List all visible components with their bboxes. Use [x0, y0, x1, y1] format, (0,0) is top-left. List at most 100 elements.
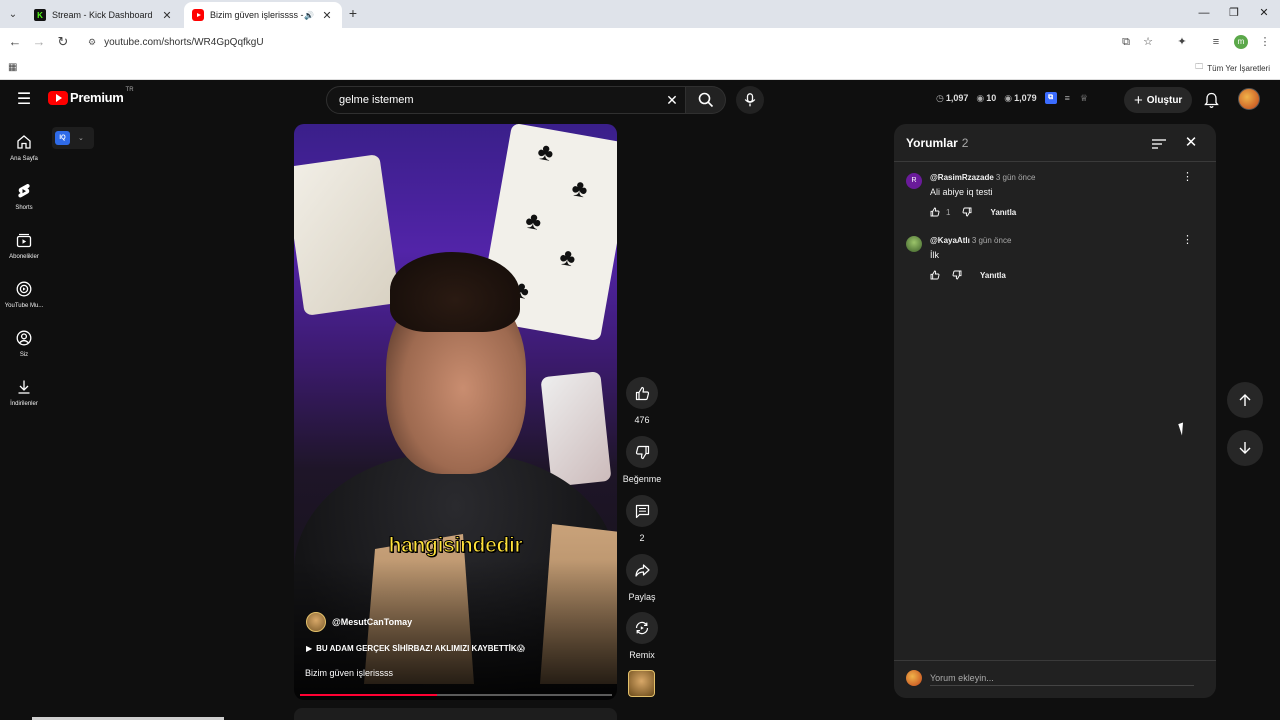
browser-tab-kick[interactable]: K Stream - Kick Dashboard ✕	[26, 2, 182, 28]
share-action: Paylaş	[622, 554, 662, 602]
browser-menu-icon[interactable]: ⋮	[1256, 33, 1274, 51]
more-options-icon[interactable]: ⋮	[1182, 172, 1193, 183]
comment-time[interactable]: 3 gün önce	[972, 236, 1012, 245]
voice-search-button[interactable]	[736, 86, 764, 114]
club-suit-icon: ♣	[569, 174, 590, 204]
progress-fill	[300, 694, 438, 696]
tab-title: Stream - Kick Dashboard	[52, 10, 153, 20]
thumbs-up-icon[interactable]	[930, 207, 940, 217]
channel-name[interactable]: @MesutCanTomay	[332, 617, 412, 627]
bookmark-star-icon[interactable]: ☆	[1139, 33, 1157, 51]
comments-button[interactable]	[626, 495, 658, 527]
menu-icon[interactable]: ☰	[14, 90, 34, 110]
browser-profile-avatar[interactable]: m	[1234, 35, 1248, 49]
music-link[interactable]: ▶ BU ADAM GERÇEK SİHİRBAZ! AKLIMIZI KAYB…	[306, 644, 525, 653]
extension-stats[interactable]: ◷ 1,097 ◉ 10 ◉ 1,079 ⧉ ≡ ♕	[936, 92, 1090, 104]
all-bookmarks-label: Tüm Yer İşaretleri	[1207, 63, 1270, 73]
stat-clock: ◷ 1,097	[936, 93, 968, 104]
comment-author[interactable]: @KayaAtlı	[930, 236, 970, 245]
thumbs-down-icon[interactable]	[962, 207, 972, 217]
sound-thumbnail[interactable]	[628, 670, 655, 697]
comment-author[interactable]: @RasimRzazade	[930, 173, 994, 182]
window-close-icon[interactable]: ✕	[1250, 4, 1278, 22]
url-field[interactable]: ⚙ youtube.com/shorts/WR4GpQqfkgU	[80, 31, 1170, 53]
channel-avatar[interactable]	[306, 612, 326, 632]
extensions-icon[interactable]: ✦	[1173, 33, 1191, 51]
comment-time[interactable]: 3 gün önce	[996, 173, 1036, 182]
sidebar-item-you[interactable]: Siz	[0, 324, 48, 368]
eye-icon: ◉	[976, 92, 985, 103]
iq-badge: IQ	[55, 131, 70, 145]
comment-input[interactable]	[930, 670, 1194, 686]
profile-icon	[16, 330, 32, 346]
site-info-icon[interactable]: ⚙	[88, 37, 96, 48]
channel-link[interactable]: @MesutCanTomay	[306, 612, 412, 632]
more-options-icon[interactable]: ⋮	[1182, 235, 1193, 246]
account-avatar[interactable]	[1238, 88, 1260, 110]
share-button[interactable]	[626, 554, 658, 586]
browser-tab-youtube[interactable]: Bizim güven işlerissss - You 🔊 ✕	[184, 2, 342, 28]
youtube-premium-logo[interactable]: Premium TR	[48, 87, 134, 105]
dislike-button[interactable]	[626, 436, 658, 468]
previous-short-button[interactable]	[1227, 382, 1263, 418]
search-input[interactable]	[339, 94, 659, 106]
sort-button[interactable]	[1150, 135, 1168, 153]
tab-close-icon[interactable]: ✕	[160, 9, 174, 22]
restore-icon[interactable]: ❐	[1220, 4, 1248, 22]
search-button[interactable]	[686, 86, 726, 114]
logo-text: Premium	[70, 90, 124, 105]
create-button[interactable]: + Oluştur	[1124, 87, 1193, 113]
next-short-button[interactable]	[1227, 430, 1263, 466]
shorts-icon	[18, 183, 30, 198]
shorts-video-player[interactable]: ♣ ♣ ♣ ♣ ♣ hangisindedir @MesutCanTomay ▶…	[294, 124, 617, 700]
speaker-icon[interactable]: 🔊	[304, 11, 314, 20]
reply-button[interactable]: Yanıtla	[990, 208, 1016, 217]
video-progress-bar[interactable]	[300, 694, 612, 696]
youtube-header: ☰ Premium TR ✕ ◷1,097 ◉10 ◉1,079 ⧉ ≡ ♕ +…	[0, 80, 1280, 120]
reload-icon[interactable]: ↻	[54, 33, 72, 51]
thumbs-up-icon	[635, 386, 649, 400]
minimize-icon[interactable]: —	[1190, 4, 1218, 22]
dislike-label: Beğenme	[622, 474, 662, 484]
stat-views-value: 10	[986, 92, 997, 103]
new-tab-button[interactable]: +	[344, 4, 362, 22]
comment-avatar[interactable]	[906, 236, 922, 252]
extension-icon[interactable]: ⧉	[1044, 92, 1057, 104]
remix-button[interactable]	[626, 612, 658, 644]
close-comments-icon[interactable]: ✕	[1182, 134, 1200, 152]
arrow-up-icon	[1239, 394, 1251, 406]
playing-card-decor	[540, 371, 612, 487]
forward-icon[interactable]: →	[30, 33, 48, 51]
all-bookmarks-button[interactable]: 🗀 Tüm Yer İşaretleri	[1195, 61, 1270, 75]
thumbs-up-icon[interactable]	[930, 270, 940, 280]
url-text: youtube.com/shorts/WR4GpQqfkgU	[104, 36, 264, 48]
sidebar-item-subscriptions[interactable]: Abonelikler	[0, 226, 48, 270]
search-box: ✕	[326, 86, 686, 114]
iq-extension-toggle[interactable]: IQ ⌄	[52, 127, 94, 149]
sidebar-item-label: Ana Sayfa	[10, 156, 38, 162]
sidebar-item-downloads[interactable]: İndirilenler	[0, 373, 48, 417]
media-control-icon[interactable]: ≡	[1207, 33, 1225, 51]
playing-card-decor	[294, 154, 400, 316]
reply-button[interactable]: Yanıtla	[980, 271, 1006, 280]
sidebar-item-home[interactable]: Ana Sayfa	[0, 128, 48, 172]
thumbs-down-icon[interactable]	[952, 270, 962, 280]
tab-close-icon[interactable]: ✕	[320, 9, 334, 22]
list-icon[interactable]: ≡	[1065, 93, 1070, 103]
clear-search-icon[interactable]: ✕	[659, 92, 685, 109]
music-title: BU ADAM GERÇEK SİHİRBAZ! AKLIMIZI KAYBET…	[316, 644, 525, 653]
trophy-icon[interactable]: ♕	[1080, 93, 1088, 104]
notifications-button[interactable]	[1200, 89, 1222, 111]
next-video-preview[interactable]	[294, 708, 617, 720]
comment-avatar[interactable]: R	[906, 173, 922, 189]
tab-search-button[interactable]: ⌄	[4, 5, 22, 23]
comment-author-line: @RasimRzazade 3 gün önce	[930, 173, 1035, 182]
comments-title: Yorumlar 2	[906, 136, 968, 150]
install-app-icon[interactable]: ⧉	[1117, 33, 1135, 51]
sidebar-item-youtube-music[interactable]: YouTube Mu...	[0, 275, 48, 319]
sidebar-item-shorts[interactable]: Shorts	[0, 177, 48, 221]
back-icon[interactable]: ←	[6, 33, 24, 51]
like-button[interactable]	[626, 377, 658, 409]
sidebar-item-label: Siz	[19, 352, 29, 358]
apps-grid-icon[interactable]: ▦	[8, 62, 17, 73]
